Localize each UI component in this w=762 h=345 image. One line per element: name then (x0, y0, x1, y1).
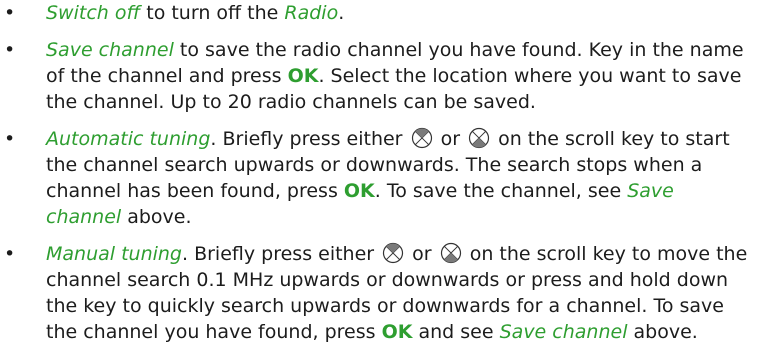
item-text: . Briefly press either (182, 243, 381, 265)
term-switch-off: Switch off (46, 2, 141, 24)
bullet: • (4, 128, 16, 150)
list-item-manual-tuning: • Manual tuning. Briefly press either or… (0, 241, 762, 345)
item-text: and see (412, 321, 500, 343)
item-text: . To save the channel, see (374, 180, 628, 202)
term-save-channel: Save channel (46, 39, 174, 61)
term-automatic-tuning: Automatic tuning (46, 128, 211, 150)
bullet: • (4, 243, 16, 265)
item-text: . (338, 2, 345, 24)
key-ok: OK (381, 321, 413, 343)
item-text: . Briefly press either (210, 128, 409, 150)
instruction-list: • Switch off to turn off the Radio. • Sa… (0, 0, 762, 345)
ref-save-channel: Save channel (499, 321, 628, 343)
item-text: above. (121, 206, 192, 228)
scroll-down-icon (468, 127, 490, 149)
item-text: or (434, 128, 467, 150)
scroll-up-icon (411, 127, 433, 149)
item-text: to turn off the (140, 2, 285, 24)
term-manual-tuning: Manual tuning (46, 243, 182, 265)
term-radio: Radio (284, 2, 339, 24)
list-item-switch-off: • Switch off to turn off the Radio. (0, 0, 762, 26)
key-ok: OK (287, 65, 319, 87)
scroll-down-icon (440, 242, 462, 264)
bullet: • (4, 39, 16, 61)
item-text: or (406, 243, 438, 265)
scroll-up-icon (382, 242, 404, 264)
item-text: above. (627, 321, 698, 343)
list-item-save-channel: • Save channel to save the radio channel… (0, 37, 762, 115)
key-ok: OK (343, 180, 375, 202)
list-item-automatic-tuning: • Automatic tuning. Briefly press either… (0, 126, 762, 230)
bullet: • (4, 2, 16, 24)
